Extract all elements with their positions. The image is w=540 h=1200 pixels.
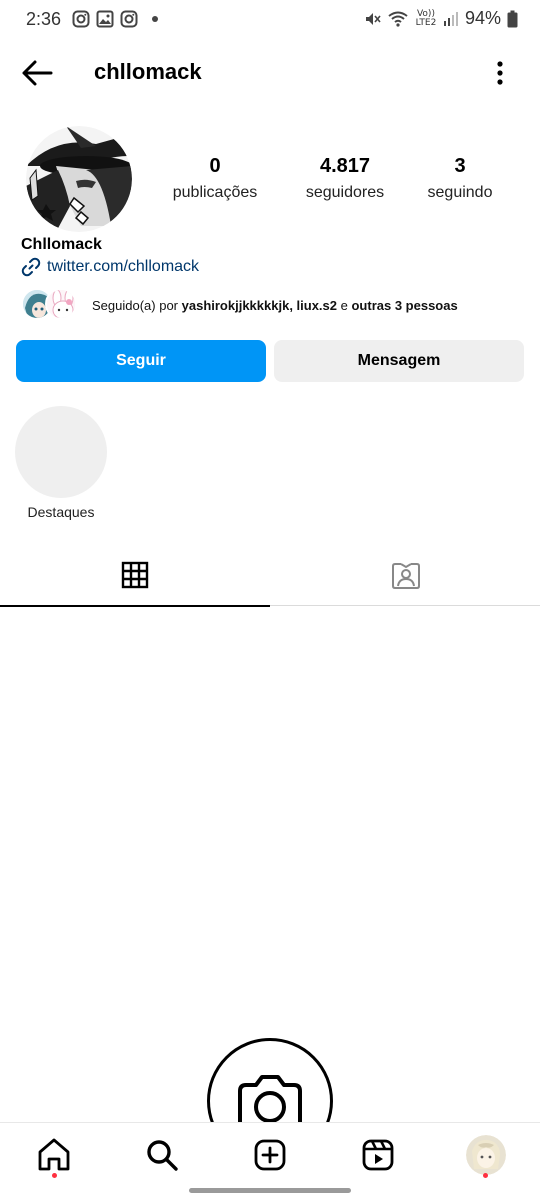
mute-icon — [365, 12, 381, 25]
back-button[interactable] — [20, 58, 54, 88]
following-label: seguindo — [427, 184, 493, 201]
content-tabs — [0, 550, 540, 607]
more-options-button[interactable] — [490, 60, 510, 88]
home-notification-dot — [52, 1173, 57, 1178]
grid-icon — [121, 561, 149, 589]
followed-by-row[interactable]: Seguido(a) por yashirokjjkkkkkjk, liux.s… — [21, 287, 531, 323]
stat-followers[interactable]: 4.817 seguidores — [280, 155, 410, 202]
followers-count: 4.817 — [319, 155, 371, 177]
status-notification-icons — [72, 10, 158, 28]
nav-search[interactable] — [142, 1135, 182, 1175]
highlight-circle[interactable] — [15, 406, 107, 498]
profile-avatar — [466, 1135, 506, 1175]
link-icon — [21, 257, 41, 277]
wifi-icon — [388, 11, 408, 27]
more-vertical-icon — [497, 61, 503, 85]
tagged-person-icon — [392, 563, 420, 589]
reels-icon — [362, 1139, 394, 1171]
dot-icon — [152, 16, 158, 22]
status-time: 2:36 — [26, 9, 62, 29]
back-arrow-icon — [22, 60, 53, 86]
battery-percent: 94% — [464, 8, 501, 28]
plus-square-icon — [254, 1139, 286, 1171]
followed-by-users: yashirokjjkkkkkjk, liux.s2 — [181, 298, 338, 313]
bio-link[interactable]: twitter.com/chllomack — [21, 257, 199, 277]
active-tab-indicator — [0, 605, 270, 607]
posts-label: publicações — [172, 184, 258, 201]
instagram-icon — [72, 10, 90, 28]
message-button[interactable]: Mensagem — [274, 340, 524, 382]
followed-by-text: Seguido(a) por yashirokjjkkkkkjk, liux.s… — [92, 298, 458, 313]
network-label: Vo)) LTE2 — [415, 8, 437, 28]
home-indicator-bar — [189, 1188, 351, 1193]
display-name: Chllomack — [21, 236, 102, 253]
stat-following[interactable]: 3 seguindo — [410, 155, 510, 202]
home-icon — [38, 1138, 70, 1171]
follow-button[interactable]: Seguir — [16, 340, 266, 382]
profile-notification-dot — [483, 1173, 488, 1178]
status-bar: 2:36 Vo)) LTE2 94% — [0, 0, 540, 40]
stat-posts: 0 publicações — [150, 155, 280, 202]
tab-grid[interactable] — [0, 550, 270, 607]
battery-icon — [507, 10, 518, 27]
search-icon — [147, 1140, 178, 1171]
posts-count: 0 — [209, 155, 221, 177]
followed-by-others: outras 3 pessoas — [351, 298, 458, 313]
bio-link-text[interactable]: twitter.com/chllomack — [47, 258, 199, 276]
follower-avatar — [45, 288, 77, 320]
profile-stats: 0 publicações 4.817 seguidores 3 seguind… — [150, 155, 530, 211]
profile-avatar[interactable] — [26, 126, 132, 232]
avatar-illustration — [26, 126, 132, 232]
status-system-icons: Vo)) LTE2 94% — [363, 8, 518, 29]
signal-icon — [443, 11, 458, 26]
following-count: 3 — [454, 155, 466, 177]
nav-create[interactable] — [250, 1135, 290, 1175]
gallery-icon — [96, 10, 114, 28]
profile-header: chllomack — [0, 48, 540, 98]
highlight-label: Destaques — [27, 504, 95, 520]
nav-profile[interactable] — [466, 1135, 506, 1175]
page-title: chllomack — [94, 59, 202, 84]
followers-label: seguidores — [305, 184, 385, 201]
followed-by-prefix: Seguido(a) por — [92, 298, 182, 313]
followed-by-connector: e — [337, 298, 352, 313]
tab-tagged[interactable] — [270, 550, 540, 606]
follower-avatar-image — [47, 290, 75, 318]
nav-home[interactable] — [34, 1135, 74, 1175]
instagram-icon — [120, 10, 138, 28]
nav-reels[interactable] — [358, 1135, 398, 1175]
